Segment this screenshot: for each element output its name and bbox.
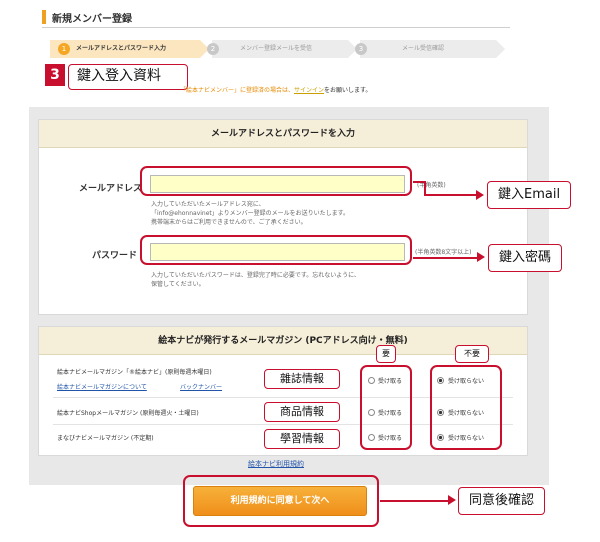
subscribe-column-highlight xyxy=(360,365,412,450)
magazine-1-backnumber-link[interactable]: バックナンバー xyxy=(180,382,222,391)
email-note-2: 「info@ehonnavinet」よりメンバー登録のメールをお送りいたします。 xyxy=(151,210,350,217)
section-marker xyxy=(42,10,46,24)
step-2-label: メンバー登録メールを受信 xyxy=(240,45,313,52)
page-title: 新規メンバー登録 xyxy=(52,14,132,25)
confirm-connector xyxy=(380,500,448,502)
password-arrow-head xyxy=(477,252,485,262)
step-number-tag: 3 xyxy=(45,64,65,86)
terms-link[interactable]: 絵本ナビ利用規約 xyxy=(248,459,304,469)
step-2-number: 2 xyxy=(207,43,219,55)
magazine-2-name: 絵本ナビShopメールマガジン (原則毎週火・土曜日) xyxy=(57,410,199,417)
email-arrow-head xyxy=(476,190,484,200)
magazine-info-tag: 雜誌情報 xyxy=(264,369,340,389)
agree-next-button[interactable]: 利用規約に同意して次へ xyxy=(193,486,367,516)
magazine-1-name: 絵本ナビメールマガジン「®絵本ナビ」(原則毎週木曜日) xyxy=(57,369,212,376)
credentials-heading: メールアドレスとパスワードを入力 xyxy=(39,120,527,148)
login-info-callout: 鍵入登入資料 xyxy=(68,64,188,90)
subscribe-tag: 要 xyxy=(376,345,396,363)
step-1-number: 1 xyxy=(58,43,70,55)
step-3-arrow xyxy=(496,40,505,58)
password-note-2: 保管してください。 xyxy=(151,281,205,288)
notice-text-pre: 「絵本ナビメンバー」に登録済の場合は、 xyxy=(180,87,295,94)
password-callout: 鍵入密碼 xyxy=(488,244,563,272)
confirm-callout: 同意後確認 xyxy=(458,487,546,515)
signin-link[interactable]: サインイン xyxy=(294,87,324,94)
email-connector-2 xyxy=(424,181,426,195)
password-label: パスワード xyxy=(92,251,138,261)
credentials-section: メールアドレスとパスワードを入力 メールアドレス (半角英数) 入力していただい… xyxy=(38,119,528,315)
unsubscribe-column-highlight xyxy=(430,365,502,450)
email-note-1: 入力していただいたメールアドレス宛に、 xyxy=(151,201,265,208)
step-3-label: メール受信確認 xyxy=(402,45,445,52)
signin-notice: 「絵本ナビメンバー」に登録済の場合は、サインインをお願いします。 xyxy=(180,85,371,94)
magazine-1-about-link[interactable]: 絵本ナビメールマガジンについて xyxy=(57,382,147,391)
step-3-number: 3 xyxy=(355,43,367,55)
password-connector xyxy=(413,257,477,259)
email-note-3: 携帯端末からはご利用できませんので、ご了承ください。 xyxy=(151,219,307,226)
unsubscribe-tag: 不要 xyxy=(455,345,489,363)
password-highlight xyxy=(140,235,412,265)
magazines-heading: 絵本ナビが発行するメールマガジン (PCアドレス向け・無料) xyxy=(39,327,527,355)
confirm-arrow-head xyxy=(448,495,456,505)
notice-text-post: をお願いします。 xyxy=(324,87,372,94)
progress-steps: 1 メールアドレスとパスワード入力 2 メンバー登録メールを受信 3 メール受信… xyxy=(50,40,510,58)
email-label: メールアドレス xyxy=(79,184,143,194)
password-hint: (半角英数8文字以上) xyxy=(415,249,472,256)
email-callout: 鍵入Email xyxy=(487,181,572,209)
product-info-tag: 商品情報 xyxy=(264,402,340,422)
email-connector-3 xyxy=(424,194,476,196)
email-highlight xyxy=(140,166,412,196)
magazine-3-name: まなびナビメールマガジン (不定期) xyxy=(57,435,154,442)
password-note-1: 入力していただいたパスワードは、登録完了時に必要です。忘れないように、 xyxy=(151,272,360,279)
step-1-label: メールアドレスとパスワード入力 xyxy=(76,45,167,52)
header-divider xyxy=(42,27,510,28)
study-info-tag: 學習情報 xyxy=(264,429,340,449)
